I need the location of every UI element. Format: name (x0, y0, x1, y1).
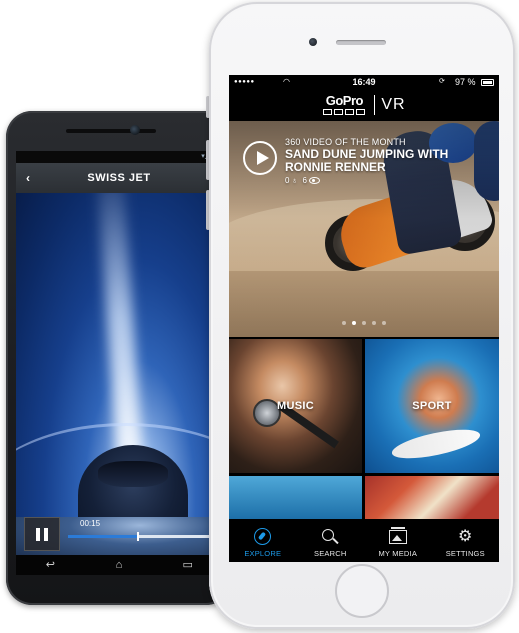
logo-box (323, 109, 333, 115)
gear-icon: ⚙ (457, 528, 473, 545)
carousel-dot[interactable] (382, 321, 386, 325)
view-count: 6 (302, 176, 307, 185)
android-speaker (66, 129, 156, 133)
hero-title: SAND DUNE JUMPING WITH RONNIE RENNER (285, 147, 449, 174)
android-camera (130, 125, 140, 135)
logo-boxes (322, 109, 366, 115)
gopro-logo: GoPro (322, 93, 366, 115)
back-arrow-icon[interactable]: ‹ (26, 171, 38, 185)
pause-button[interactable] (24, 517, 60, 551)
android-app-bar: ‹ SWISS JET (16, 163, 222, 193)
category-tile-3[interactable] (229, 476, 362, 519)
tab-explore[interactable]: EXPLORE (231, 528, 295, 558)
tab-my-media[interactable]: MY MEDIA (366, 527, 430, 558)
nav-recents-icon[interactable]: ▭ (177, 555, 199, 575)
iphone-speaker (336, 40, 386, 45)
tab-label-my-media: MY MEDIA (378, 549, 418, 558)
iphone-screen: ●●●●● ◠ 16:49 ⟳ 97 % GoPro VR 360 VIDEO … (229, 75, 499, 562)
logo-vr: VR (381, 96, 406, 113)
android-nav-bar: ↩ ⌂ ▭ (16, 555, 222, 575)
pause-icon-bar (44, 527, 48, 541)
category-tile-music[interactable]: MUSIC (229, 339, 362, 473)
category-tile-4[interactable] (365, 476, 499, 519)
nav-back-icon[interactable]: ↩ (39, 555, 61, 575)
carousel-dot[interactable] (372, 321, 376, 325)
battery-percent: 97 % (455, 77, 476, 87)
tab-search[interactable]: SEARCH (298, 528, 362, 558)
ios-status-bar: ●●●●● ◠ 16:49 ⟳ 97 % (229, 75, 499, 89)
iphone-home-button (335, 564, 389, 618)
nav-home-icon[interactable]: ⌂ (108, 555, 130, 575)
battery-icon (481, 79, 494, 86)
app-header: GoPro VR (229, 89, 499, 121)
android-status-bar: ▾◢▮ (16, 151, 222, 163)
carousel-dot[interactable] (362, 321, 366, 325)
media-icon (388, 527, 407, 546)
tab-bar: EXPLORE SEARCH MY MEDIA ⚙ SETTINGS (229, 519, 499, 562)
category-label-sport: SPORT (412, 400, 452, 412)
carousel-dot[interactable] (352, 321, 356, 325)
category-grid: MUSIC SPORT (229, 339, 499, 519)
video-title: SWISS JET (87, 172, 151, 184)
search-icon (321, 528, 339, 546)
compass-icon (253, 528, 272, 546)
video-progress-fill (68, 535, 138, 538)
pause-icon (36, 527, 40, 541)
pilot-visor (98, 461, 168, 487)
logo-box (345, 109, 355, 115)
android-phone: ▾◢▮ ‹ SWISS JET 00:15 ↩ ⌂ ▭ (6, 111, 232, 605)
carousel-dot[interactable] (342, 321, 346, 325)
logo-text: GoPro (325, 93, 364, 108)
tab-label-search: SEARCH (314, 549, 347, 558)
hero-kicker: 360 VIDEO OF THE MONTH (285, 137, 406, 147)
logo-box (334, 109, 344, 115)
featured-video-card[interactable]: 360 VIDEO OF THE MONTH SAND DUNE JUMPING… (229, 121, 499, 337)
hero-stats: 0 ♁ 6 (285, 176, 320, 185)
surfboard (389, 423, 483, 465)
iphone: ●●●●● ◠ 16:49 ⟳ 97 % GoPro VR 360 VIDEO … (209, 2, 515, 629)
category-label-music: MUSIC (277, 400, 314, 412)
orientation-lock-icon: ⟳ (439, 78, 445, 85)
tab-label-settings: SETTINGS (445, 549, 485, 558)
logo-separator (374, 95, 376, 115)
like-icon: ♁ (291, 176, 298, 185)
category-tile-sport[interactable]: SPORT (365, 339, 499, 473)
carousel-dots[interactable] (229, 321, 499, 325)
video-player[interactable] (16, 193, 222, 517)
logo-box (356, 109, 366, 115)
tab-label-explore: EXPLORE (244, 549, 282, 558)
video-progress-knob[interactable] (137, 532, 140, 541)
play-button[interactable] (243, 141, 277, 175)
tab-settings[interactable]: ⚙ SETTINGS (433, 528, 497, 559)
android-screen: ▾◢▮ ‹ SWISS JET 00:15 ↩ ⌂ ▭ (16, 151, 222, 575)
video-progress-bar[interactable] (68, 532, 222, 541)
video-time: 00:15 (80, 519, 101, 528)
eye-icon (308, 177, 320, 184)
like-count: 0 (285, 176, 290, 185)
iphone-camera (309, 38, 317, 46)
